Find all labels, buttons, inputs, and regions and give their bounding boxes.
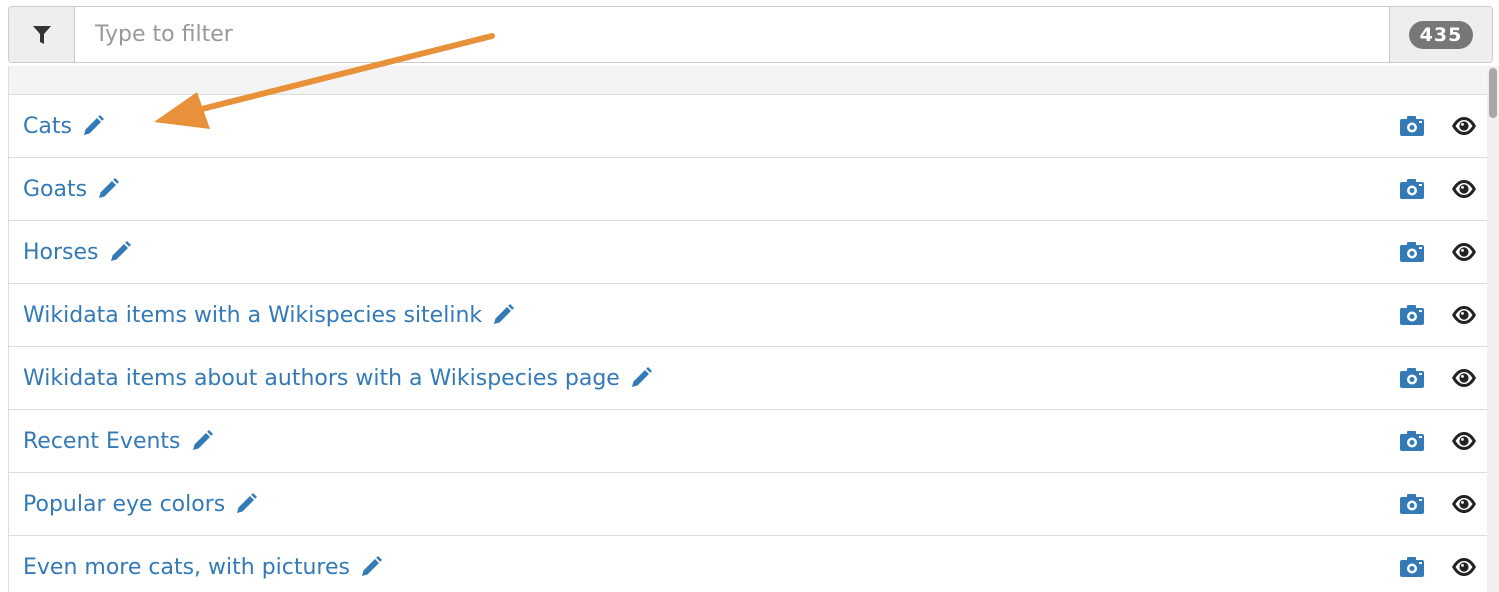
- camera-icon[interactable]: [1399, 430, 1425, 452]
- camera-icon[interactable]: [1399, 556, 1425, 578]
- query-link[interactable]: Goats: [23, 177, 120, 202]
- pencil-icon[interactable]: [81, 114, 105, 138]
- query-label: Cats: [23, 113, 72, 139]
- pencil-icon[interactable]: [234, 492, 258, 516]
- list-item: Recent Events: [9, 410, 1487, 473]
- filter-icon: [32, 24, 52, 46]
- eye-icon[interactable]: [1451, 494, 1477, 514]
- camera-icon[interactable]: [1399, 241, 1425, 263]
- row-actions: [1399, 95, 1477, 157]
- list-item: Wikidata items about authors with a Wiki…: [9, 347, 1487, 410]
- query-link[interactable]: Popular eye colors: [23, 492, 258, 517]
- eye-icon[interactable]: [1451, 431, 1477, 451]
- query-label: Recent Events: [23, 428, 181, 454]
- scrollbar[interactable]: [1487, 66, 1499, 592]
- query-label: Horses: [23, 239, 99, 265]
- pencil-icon[interactable]: [491, 303, 515, 327]
- filter-input[interactable]: [75, 7, 1389, 62]
- query-label: Popular eye colors: [23, 491, 226, 517]
- query-link[interactable]: Recent Events: [23, 429, 214, 454]
- list-rows: Cats Goats Horses Wikidata items with a …: [9, 95, 1487, 592]
- list-item: Even more cats, with pictures: [9, 536, 1487, 592]
- list-item: Popular eye colors: [9, 473, 1487, 536]
- pencil-icon[interactable]: [359, 555, 383, 579]
- camera-icon[interactable]: [1399, 367, 1425, 389]
- row-actions: [1399, 158, 1477, 220]
- page: 435 Cats: [0, 0, 1499, 592]
- query-label: Wikidata items with a Wikispecies siteli…: [23, 302, 483, 328]
- query-label: Goats: [23, 176, 88, 202]
- pencil-icon[interactable]: [629, 366, 653, 390]
- pencil-icon[interactable]: [96, 177, 120, 201]
- eye-icon[interactable]: [1451, 242, 1477, 262]
- camera-icon[interactable]: [1399, 304, 1425, 326]
- list-item: Goats: [9, 158, 1487, 221]
- eye-icon[interactable]: [1451, 179, 1477, 199]
- camera-icon[interactable]: [1399, 115, 1425, 137]
- row-actions: [1399, 473, 1477, 535]
- row-actions: [1399, 284, 1477, 346]
- query-label: Even more cats, with pictures: [23, 554, 350, 580]
- query-link[interactable]: Even more cats, with pictures: [23, 555, 383, 580]
- result-count-addon: 435: [1389, 7, 1492, 62]
- eye-icon[interactable]: [1451, 557, 1477, 577]
- row-actions: [1399, 536, 1477, 592]
- pencil-icon[interactable]: [108, 240, 132, 264]
- list-header: [9, 66, 1487, 95]
- scrollbar-thumb[interactable]: [1489, 68, 1497, 118]
- filter-button[interactable]: [9, 7, 75, 62]
- camera-icon[interactable]: [1399, 493, 1425, 515]
- row-actions: [1399, 410, 1477, 472]
- query-link[interactable]: Horses: [23, 240, 132, 265]
- eye-icon[interactable]: [1451, 368, 1477, 388]
- query-link[interactable]: Wikidata items about authors with a Wiki…: [23, 366, 653, 391]
- query-link[interactable]: Cats: [23, 114, 105, 139]
- eye-icon[interactable]: [1451, 116, 1477, 136]
- filter-bar: 435: [8, 6, 1493, 63]
- row-actions: [1399, 221, 1477, 283]
- list-item: Wikidata items with a Wikispecies siteli…: [9, 284, 1487, 347]
- list-item: Cats: [9, 95, 1487, 158]
- list-item: Horses: [9, 221, 1487, 284]
- query-list: Cats Goats Horses Wikidata items with a …: [8, 66, 1499, 592]
- query-link[interactable]: Wikidata items with a Wikispecies siteli…: [23, 303, 515, 328]
- pencil-icon[interactable]: [190, 429, 214, 453]
- row-actions: [1399, 347, 1477, 409]
- query-label: Wikidata items about authors with a Wiki…: [23, 365, 620, 391]
- result-count-badge: 435: [1408, 20, 1474, 49]
- eye-icon[interactable]: [1451, 305, 1477, 325]
- camera-icon[interactable]: [1399, 178, 1425, 200]
